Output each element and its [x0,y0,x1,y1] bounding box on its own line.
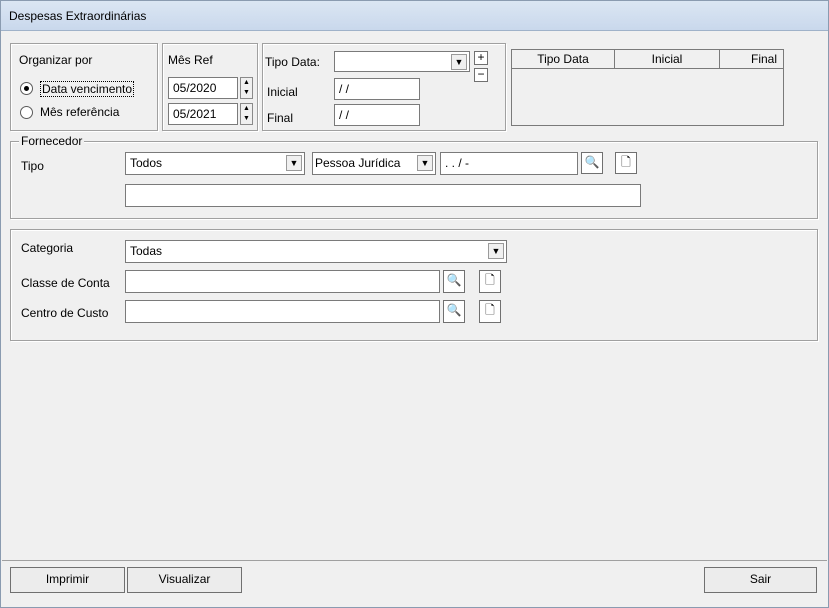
chevron-down-icon[interactable]: ▼ [451,54,467,70]
pessoa-select[interactable]: Pessoa Jurídica ▼ [312,152,436,175]
pessoa-value: Pessoa Jurídica [315,156,401,170]
footer-divider [2,560,827,561]
title-bar: Despesas Extraordinárias [1,1,828,31]
fornecedor-nome-input[interactable] [125,184,641,207]
sair-button[interactable]: Sair [704,567,817,593]
final-label: Final [267,111,294,125]
organizar-label: Organizar por [19,53,93,67]
fornecedor-tipo-select[interactable]: Todos ▼ [125,152,305,175]
radio-data-vencimento-label[interactable]: Data vencimento [40,81,135,97]
radio-mes-referencia[interactable] [20,106,33,119]
new-document-icon[interactable]: 🗋 [615,152,637,174]
grid-header-inicial[interactable]: Inicial [614,50,720,69]
radio-data-vencimento[interactable] [20,82,33,95]
inicial-input[interactable]: / / [334,78,420,100]
chevron-down-icon[interactable]: ▼ [286,155,302,171]
tipo-data-select[interactable]: ▼ [334,51,470,72]
binoculars-icon[interactable]: 🔍 [443,270,465,293]
mes-ref-from-input[interactable]: 05/2020 [168,77,238,99]
imprimir-button[interactable]: Imprimir [10,567,125,593]
visualizar-button[interactable]: Visualizar [127,567,242,593]
classe-conta-label: Classe de Conta [21,276,110,290]
mes-ref-to-spinner[interactable]: ▲ ▼ [240,103,253,125]
chevron-down-icon[interactable]: ▼ [417,155,433,171]
inicial-label: Inicial [267,85,298,99]
remove-icon[interactable]: − [474,68,488,82]
centro-custo-input[interactable] [125,300,440,323]
final-input[interactable]: / / [334,104,420,126]
categoria-value: Todas [130,244,163,258]
mes-ref-to-input[interactable]: 05/2021 [168,103,238,125]
radio-mes-referencia-label[interactable]: Mês referência [40,105,119,119]
mes-ref-from-spinner[interactable]: ▲ ▼ [240,77,253,99]
grid-header-final[interactable]: Final [719,50,783,69]
centro-custo-label: Centro de Custo [21,306,109,320]
mes-ref-label: Mês Ref [168,53,213,67]
fornecedor-tipo-value: Todos [130,156,163,170]
categoria-label: Categoria [21,241,74,255]
window-title: Despesas Extraordinárias [9,9,147,23]
classe-conta-input[interactable] [125,270,440,293]
new-document-icon[interactable]: 🗋 [479,300,501,323]
chevron-down-icon[interactable]: ▼ [488,243,504,259]
add-icon[interactable]: + [474,51,488,65]
binoculars-icon[interactable]: 🔍 [581,152,603,174]
categoria-select[interactable]: Todas ▼ [125,240,507,263]
binoculars-icon[interactable]: 🔍 [443,300,465,323]
fornecedor-legend: Fornecedor [19,134,85,148]
tipo-label: Tipo [21,159,44,173]
tipo-data-grid[interactable]: Tipo Data Inicial Final [511,49,784,126]
new-document-icon[interactable]: 🗋 [479,270,501,293]
tipo-data-label: Tipo Data: [265,55,320,69]
grid-header-tipo-data[interactable]: Tipo Data [512,50,615,69]
documento-input[interactable]: . . / - [440,152,578,175]
